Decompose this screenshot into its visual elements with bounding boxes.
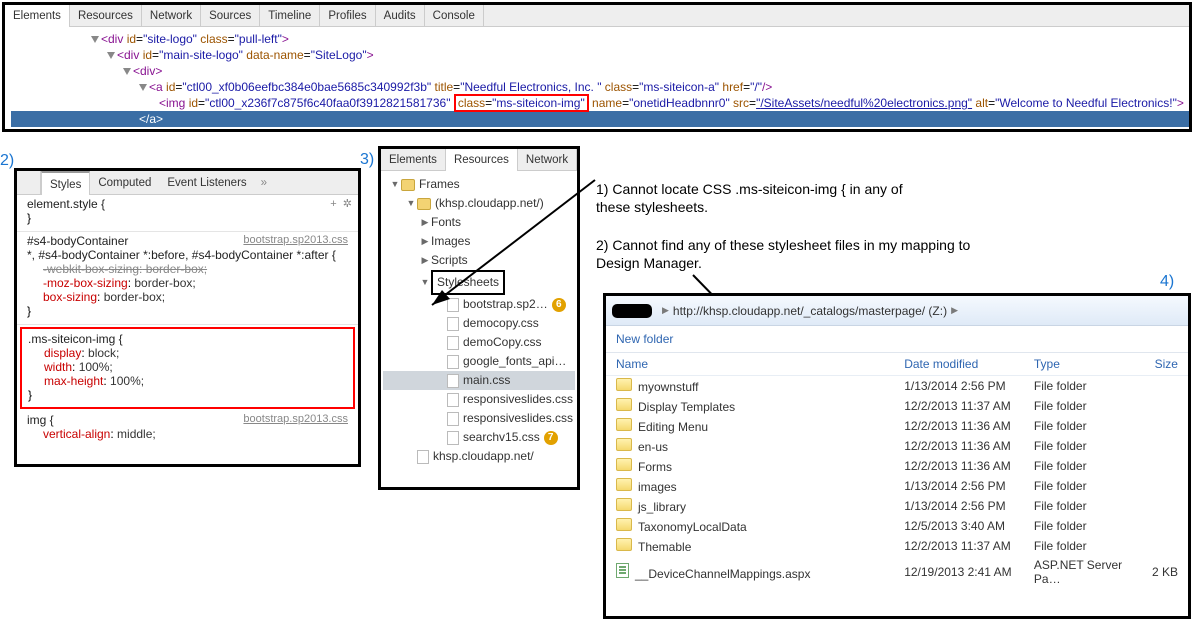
img-alt: Welcome to Needful Electronics! [999,96,1172,110]
tab-timeline[interactable]: Timeline [260,5,320,27]
stylesheet-file[interactable]: democopy.css [383,314,575,333]
img-name: onetidHeadbnnr0 [633,96,725,110]
tab-resources[interactable]: Resources [70,5,142,27]
add-rule-icon[interactable]: + [330,198,336,210]
a-id: ctl00_xf0b06eefbc384e0bae5685c340992f3b [187,80,427,94]
list-item[interactable]: Display Templates12/2/2013 11:37 AMFile … [606,396,1188,416]
a-href: / [754,80,757,94]
annotation-1: 1) Cannot locate CSS .ms-siteicon-img { … [596,180,936,216]
devtools-elements-panel: Elements Resources Network Sources Timel… [2,2,1192,132]
stylesheets-node[interactable]: Stylesheets [431,270,505,295]
list-item[interactable]: js_library1/13/2014 2:56 PMFile folder [606,496,1188,516]
list-item[interactable]: en-us12/2/2013 11:36 AMFile folder [606,436,1188,456]
chevron-right-icon[interactable]: » [255,177,273,189]
list-item[interactable]: __DeviceChannelMappings.aspx12/19/2013 2… [606,556,1188,588]
stylesheet-file[interactable]: bootstrap.sp2…6 [383,295,575,314]
list-item[interactable]: TaxonomyLocalData12/5/2013 3:40 AMFile f… [606,516,1188,536]
subtab-event-listeners[interactable]: Event Listeners [159,171,254,195]
column-headers[interactable]: Name Date modified Type Size [606,353,1188,376]
a-title: Needful Electronics, Inc. [464,80,597,94]
folder-icon [401,179,415,191]
stylesheet-file[interactable]: responsiveslides.css [383,390,575,409]
style-rule-bodycontainer: bootstrap.sp2013.css #s4-bodyContainer *… [17,232,358,325]
styles-subtab-bar: Styles Computed Event Listeners » [17,171,358,195]
selected-dom-line[interactable]: </a> [11,111,1189,127]
highlighted-class-attr: class="ms-siteicon-img" [454,94,589,112]
resources-tree[interactable]: ▼Frames ▼(khsp.cloudapp.net/) ▶Fonts ▶Im… [381,171,577,470]
a-class: ms-siteicon-a [643,80,714,94]
list-item[interactable]: Forms12/2/2013 11:36 AMFile folder [606,456,1188,476]
highlighted-rule-siteicon: .ms-siteicon-img { display: block; width… [20,327,355,409]
list-item[interactable]: myownstuff1/13/2014 2:56 PMFile folder [606,376,1188,396]
annotation-2: 2) Cannot find any of these stylesheet f… [596,236,976,272]
header-date[interactable]: Date modified [904,357,1034,371]
list-item[interactable]: Themable12/2/2013 11:37 AMFile folder [606,536,1188,556]
file-explorer-panel: ▶ http://khsp.cloudapp.net/_catalogs/mas… [603,293,1191,619]
tab-network[interactable]: Network [142,5,201,27]
list-item[interactable]: images1/13/2014 2:56 PMFile folder [606,476,1188,496]
header-size[interactable]: Size [1140,357,1178,371]
stylesheet-file[interactable]: demoCopy.css [383,333,575,352]
devtools-styles-panel: Styles Computed Event Listeners » + ✲ el… [14,168,361,467]
stylesheet-file[interactable]: main.css [383,371,575,390]
stylesheet-file[interactable]: responsiveslides.css [383,409,575,428]
file-icon [417,450,429,464]
tab-elements[interactable]: Elements [5,5,70,27]
tab-resources[interactable]: Resources [446,149,518,171]
command-bar: New folder [606,326,1188,353]
tab-profiles[interactable]: Profiles [320,5,375,27]
img-id: ctl00_x236f7c875f6c40faa0f3912821581736 [209,96,446,110]
img-src: /SiteAssets/needful%20electronics.png [760,96,967,110]
tab-network[interactable]: Network [518,149,577,171]
stylesheet-file[interactable]: google_fonts_api… [383,352,575,371]
subtab-styles[interactable]: Styles [41,171,90,195]
header-name[interactable]: Name [616,357,904,371]
breadcrumb[interactable]: ▶ http://khsp.cloudapp.net/_catalogs/mas… [606,296,1188,326]
header-type[interactable]: Type [1034,357,1140,371]
source-link[interactable]: bootstrap.sp2013.css [243,234,352,246]
panel-number-3: 3) [360,151,374,169]
redacted-icon [612,304,652,318]
file-list: myownstuff1/13/2014 2:56 PMFile folderDi… [606,376,1188,588]
breadcrumb-url: http://khsp.cloudapp.net/_catalogs/maste… [673,304,947,318]
new-folder-button[interactable]: New folder [616,332,673,346]
gear-icon[interactable]: ✲ [343,198,352,210]
dom-tree[interactable]: <div id="site-logo" class="pull-left"> <… [5,27,1189,127]
panel-number-2: 2) [0,152,14,170]
folder-icon [417,198,431,210]
devtools-resources-panel: Elements Resources Network ▼Frames ▼(khs… [378,146,580,490]
panel-number-4: 4) [1160,273,1174,291]
style-rule-img: bootstrap.sp2013.css img { vertical-alig… [17,411,358,447]
devtools-tab-bar: Elements Resources Network Sources Timel… [5,5,1189,27]
source-link[interactable]: bootstrap.sp2013.css [243,413,352,425]
style-rule-element: + ✲ element.style { } [17,195,358,232]
tab-elements[interactable]: Elements [381,149,446,171]
list-item[interactable]: Editing Menu12/2/2013 11:36 AMFile folde… [606,416,1188,436]
tab-sources[interactable]: Sources [201,5,260,27]
stylesheet-file[interactable]: searchv15.css7 [383,428,575,447]
tab-console[interactable]: Console [425,5,484,27]
subtab-computed[interactable]: Computed [90,171,159,195]
tab-audits[interactable]: Audits [376,5,425,27]
resources-tab-bar: Elements Resources Network [381,149,577,171]
